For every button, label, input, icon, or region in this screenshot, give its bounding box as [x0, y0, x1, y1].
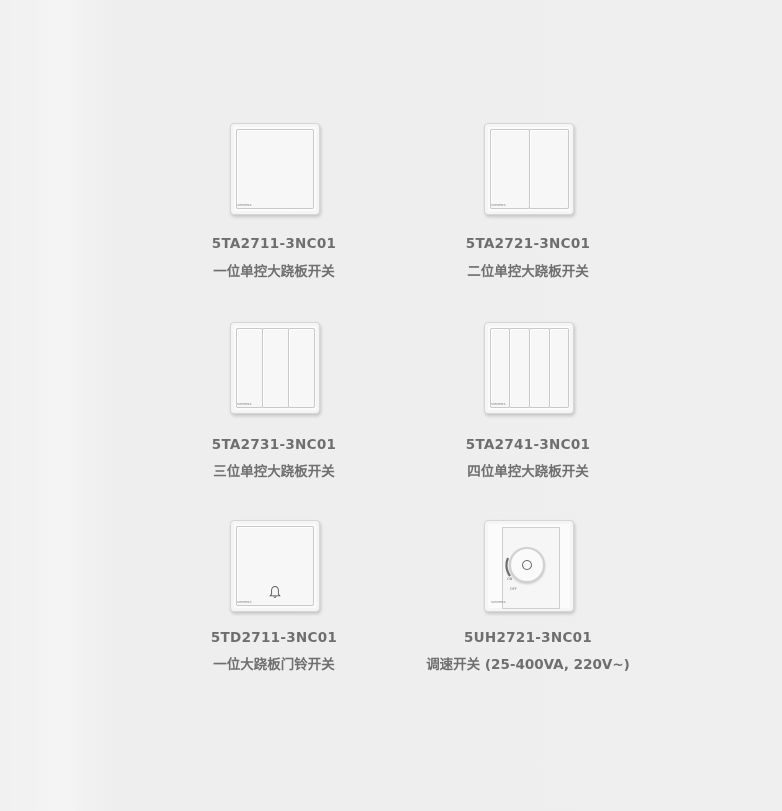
dimmer-plate: ON OFF SIEMENS: [484, 520, 574, 612]
rocker: [490, 129, 530, 209]
brand-logo: SIEMENS: [491, 600, 506, 604]
product-name: 一位大跷板门铃开关: [213, 657, 335, 673]
rocker: [529, 129, 569, 209]
brand-logo: SIEMENS: [237, 203, 252, 207]
product-code: 5TA2721-3NC01: [465, 236, 591, 252]
product-name: 二位单控大跷板开关: [467, 264, 589, 280]
switch-plate-3-gang: SIEMENS: [230, 322, 320, 414]
rocker: [236, 129, 314, 209]
dimmer-on-label: ON: [507, 577, 513, 581]
brand-logo: SIEMENS: [237, 402, 252, 406]
rocker: [529, 328, 550, 408]
product-code: 5TD2711-3NC01: [210, 630, 338, 646]
rocker: [509, 328, 530, 408]
rocker: [288, 328, 315, 408]
rocker: [236, 328, 263, 408]
rocker: [490, 328, 510, 408]
product-name: 四位单控大跷板开关: [467, 464, 589, 480]
bell-icon: [269, 586, 281, 598]
product-code: 5TA2731-3NC01: [211, 437, 337, 453]
rocker: [549, 328, 569, 408]
product-name: 一位单控大跷板开关: [213, 264, 335, 280]
brand-logo: SIEMENS: [491, 402, 506, 406]
brand-logo: SIEMENS: [237, 600, 252, 604]
product-code: 5TA2711-3NC01: [211, 236, 337, 252]
dimmer-off-label: OFF: [510, 587, 517, 591]
switch-plate-doorbell: SIEMENS: [230, 520, 320, 612]
product-code: 5UH2721-3NC01: [463, 630, 593, 646]
rocker: [262, 328, 289, 408]
switch-plate-2-gang: SIEMENS: [484, 123, 574, 215]
product-code: 5TA2741-3NC01: [465, 437, 591, 453]
brand-logo: SIEMENS: [491, 203, 506, 207]
switch-plate-1-gang: SIEMENS: [230, 123, 320, 215]
switch-plate-4-gang: SIEMENS: [484, 322, 574, 414]
product-name: 调速开关 (25-400VA, 220V~): [426, 657, 630, 673]
product-name: 三位单控大跷板开关: [213, 464, 335, 480]
